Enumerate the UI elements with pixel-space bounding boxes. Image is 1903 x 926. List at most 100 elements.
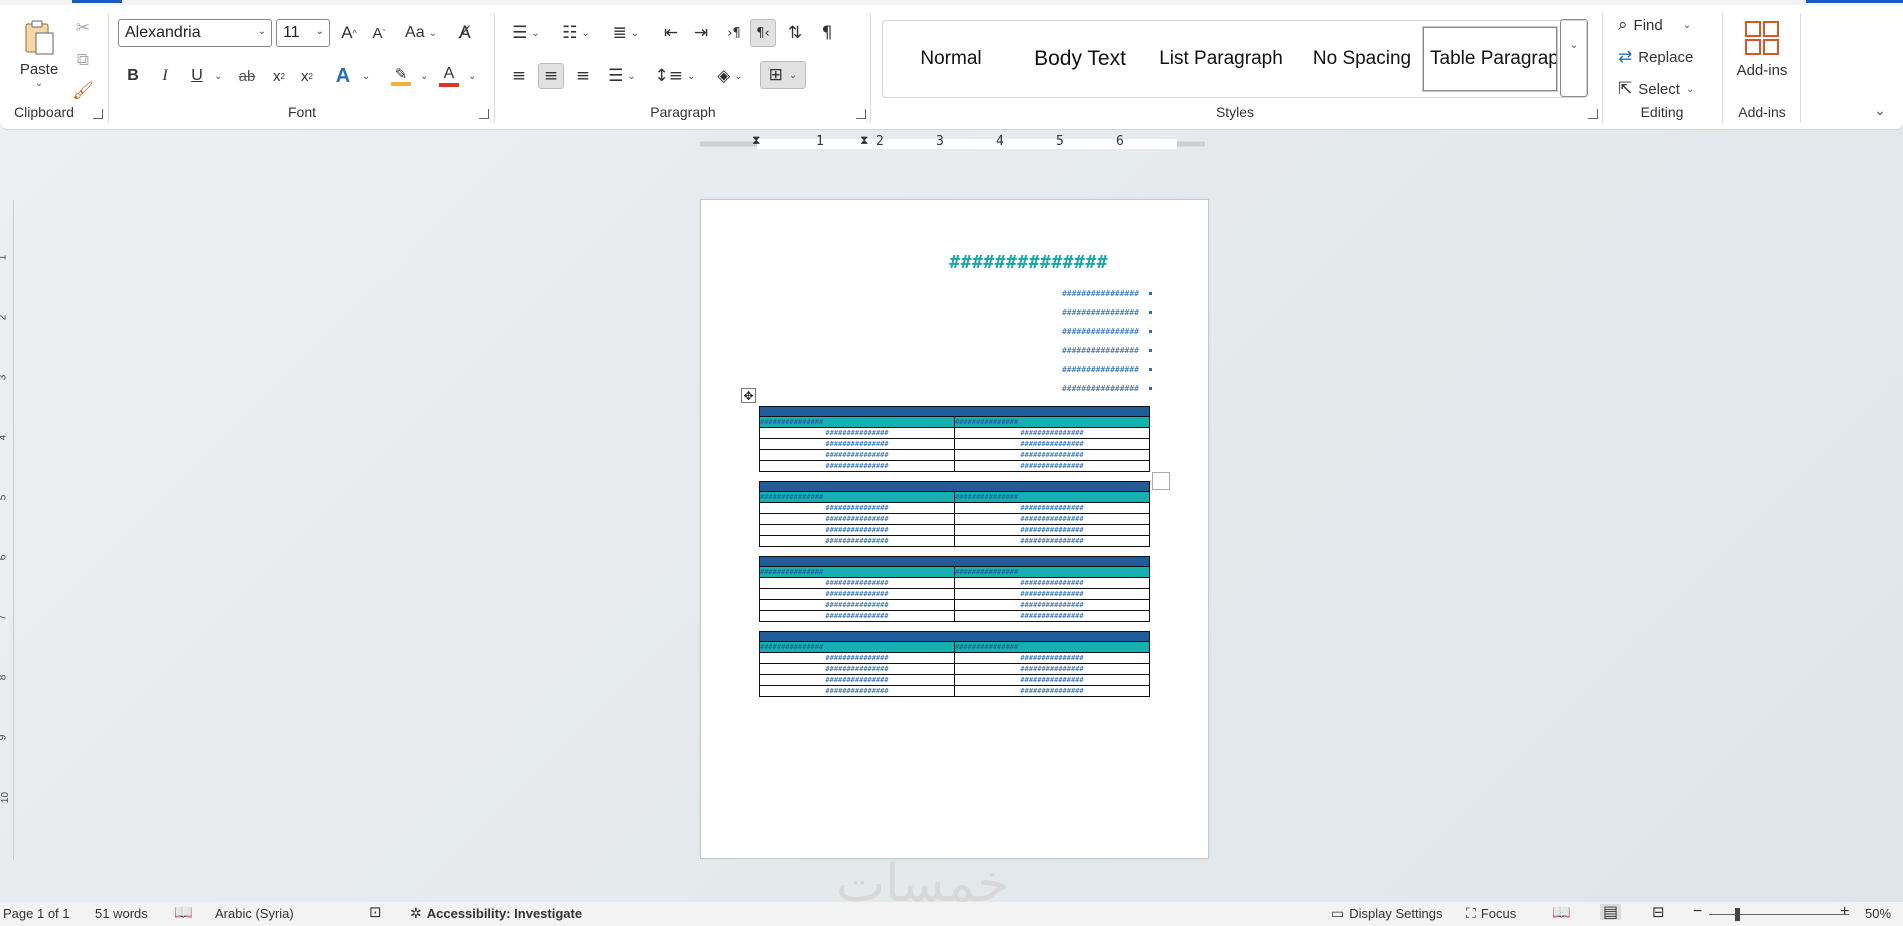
replace-button[interactable]: ⇄ Replace [1618,45,1710,69]
table-cell[interactable]: ############### [954,577,1150,589]
table-cell[interactable]: ############### [759,588,955,600]
table-cell[interactable]: ############### [954,685,1150,697]
collapse-ribbon-button[interactable]: ⌄ [1870,103,1890,119]
underline-button[interactable]: U [186,63,208,89]
zoom-slider-track[interactable] [1709,914,1849,915]
table-cell[interactable]: ############### [954,449,1150,461]
table-cell[interactable]: ############### [759,427,955,439]
bullets-button[interactable]: ☰ ⌄ [506,19,546,47]
font-color-button[interactable]: A [436,63,462,89]
table-header-cell[interactable]: ############### [954,491,1150,503]
table-cell[interactable]: ############### [759,524,955,536]
zoom-out-button[interactable]: − [1693,903,1702,921]
table-cell[interactable]: ############### [954,599,1150,611]
multilevel-list-button[interactable]: ≣ ⌄ [606,19,646,47]
table-cell[interactable]: ############### [954,460,1150,472]
font-size-select[interactable]: 11 ⌄ [276,19,330,47]
table-cell[interactable]: ############### [954,535,1150,547]
web-layout-icon[interactable]: ⊟ [1652,905,1665,920]
clear-formatting-button[interactable]: A̸ [452,19,478,47]
data-table-4[interactable]: ############### ############### #########… [759,631,1150,697]
indent-marker-icon[interactable]: ⧗ [752,134,760,146]
proofing-book-icon[interactable]: 📖 [174,905,193,920]
format-painter-button[interactable]: 🖌 [72,80,94,102]
table-cell[interactable]: ############### [759,610,955,622]
decrease-indent-button[interactable]: ⇤ [658,19,684,47]
page-count[interactable]: Page 1 of 1 [3,906,70,921]
table-cell[interactable]: ############### [954,513,1150,525]
table-header-cell[interactable]: ############### [759,416,955,428]
subscript-button[interactable]: x2 [268,63,290,89]
grow-font-button[interactable]: A ^ [336,19,362,47]
table-cell[interactable]: ############### [759,674,955,686]
highlight-button[interactable]: ✎ [388,63,414,89]
table-move-handle-icon[interactable]: ✥ [741,388,756,403]
table-header-cell[interactable]: ############### [759,491,955,503]
rtl-button[interactable]: ¶‹ [750,19,776,47]
table-cell[interactable]: ############### [954,588,1150,600]
table-cell[interactable]: ############### [954,502,1150,514]
cut-button[interactable]: ✂ [72,17,94,39]
word-count[interactable]: 51 words [95,906,148,921]
hanging-indent-marker-icon[interactable]: ⧗ [860,134,868,146]
table-cell[interactable]: ############### [759,577,955,589]
table-cell[interactable]: ############### [759,535,955,547]
increase-indent-button[interactable]: ⇥ [688,19,714,47]
table-cell[interactable]: ############### [954,610,1150,622]
table-cell[interactable]: ############### [759,652,955,664]
data-table-1[interactable]: ############### ############### #########… [759,406,1150,472]
table-header-cell[interactable]: ############### [954,416,1150,428]
document-page[interactable]: ############## ################ ########… [700,199,1209,859]
table-header-cell[interactable]: ############### [759,566,955,578]
show-marks-button[interactable]: ¶ [814,19,840,47]
strikethrough-button[interactable]: ab [234,63,260,89]
table-cell[interactable]: ############### [759,449,955,461]
font-family-select[interactable]: Alexandria ⌄ [118,19,272,47]
zoom-slider-thumb[interactable] [1735,908,1740,921]
table-cell[interactable]: ############### [954,674,1150,686]
paste-button[interactable]: Paste ⌄ [18,13,60,95]
focus-button[interactable]: ⛶ Focus [1466,906,1516,921]
chevron-down-icon[interactable]: ⌄ [468,71,476,82]
align-right-button[interactable]: ≡ [570,63,596,89]
data-table-3[interactable]: ############### ############### #########… [759,556,1150,622]
chevron-down-icon[interactable]: ⌄ [214,71,222,82]
select-button[interactable]: ⇱ Select ⌄ [1618,77,1710,101]
table-header-cell[interactable]: ############### [759,641,955,653]
table-cell[interactable]: ############### [759,438,955,450]
chevron-down-icon[interactable]: ⌄ [362,71,370,82]
table-cell[interactable]: ############### [954,652,1150,664]
table-cell[interactable]: ############### [954,438,1150,450]
print-layout-icon[interactable]: ▤ [1600,904,1622,920]
zoom-in-button[interactable]: + [1840,903,1849,921]
table-cell[interactable]: ############### [759,460,955,472]
paragraph-dialog-launcher[interactable] [856,109,866,119]
ltr-button[interactable]: ›¶ [722,19,746,47]
sort-button[interactable]: ⇅ [782,19,808,47]
bold-button[interactable]: B [122,63,144,89]
addins-button[interactable]: Add-ins [1730,13,1794,85]
table-cell[interactable]: ############### [954,524,1150,536]
data-table-2[interactable]: ############### ############### #########… [759,481,1150,547]
borders-button[interactable]: ⊞ ⌄ [760,61,806,89]
italic-button[interactable]: I [154,63,176,89]
table-cell[interactable]: ############### [759,502,955,514]
vertical-ruler[interactable]: 1 2 3 4 5 6 7 8 9 10 [0,200,14,860]
track-changes-icon[interactable]: ⊡ [369,905,382,920]
display-settings-button[interactable]: ▭ Display Settings [1331,906,1442,921]
table-cell[interactable]: ############### [759,663,955,675]
font-dialog-launcher[interactable] [479,109,489,119]
table-cell[interactable]: ############### [759,685,955,697]
horizontal-ruler[interactable]: 1 2 3 4 5 6 ⧗ ⧗ [700,134,1205,152]
shading-button[interactable]: ◈ ⌄ [710,63,750,89]
table-cell[interactable]: ############### [759,513,955,525]
superscript-button[interactable]: x2 [296,63,318,89]
accessibility-status[interactable]: ✲ Accessibility: Investigate [410,906,582,921]
align-center-button[interactable]: ≡ [538,63,564,89]
shrink-font-button[interactable]: Aˇ [366,19,392,47]
read-mode-icon[interactable]: 📖 [1552,905,1571,920]
table-resize-handle[interactable] [1152,472,1170,490]
table-cell[interactable]: ############### [954,427,1150,439]
zoom-level[interactable]: 50% [1865,906,1891,921]
text-effects-button[interactable]: A [332,63,354,89]
